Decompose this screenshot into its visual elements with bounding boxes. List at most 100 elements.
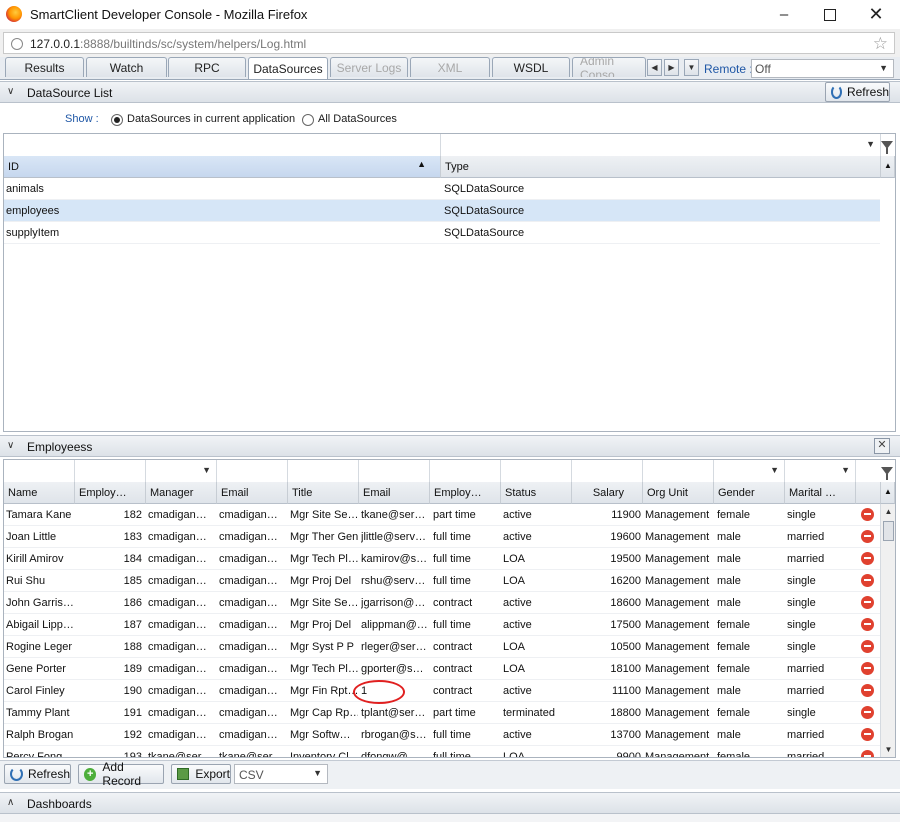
employee-gender-cell: male: [717, 729, 741, 741]
column-header-salary[interactable]: Salary: [572, 482, 643, 504]
filter-title-input[interactable]: [288, 460, 359, 482]
filter-email2-input[interactable]: [359, 460, 430, 482]
column-header-marital[interactable]: Marital …: [785, 482, 856, 504]
remove-record-icon[interactable]: [861, 750, 874, 757]
datasource-list-header[interactable]: ∨ DataSource List: [0, 81, 900, 103]
filter-employeeid-input[interactable]: [75, 460, 146, 482]
employee-row[interactable]: Rui Shu 185 cmadigan… cmadigan… Mgr Proj Del…: [4, 570, 880, 592]
filter-id-input[interactable]: [4, 134, 441, 156]
remove-record-icon[interactable]: [861, 508, 874, 521]
employee-row[interactable]: Tamara Kane 182 cmadigan… cmadigan… Mgr Site…: [4, 504, 880, 526]
tab-wsdl[interactable]: WSDL: [492, 57, 570, 77]
employees-scrollbar[interactable]: ▲ ▼: [880, 504, 895, 757]
employee-employee-id-cell: 187: [123, 619, 142, 631]
filter-marital-select[interactable]: ▼: [785, 460, 856, 482]
radio-current-application[interactable]: [111, 114, 123, 126]
tab-scroll-right-icon[interactable]: ▶: [664, 59, 679, 76]
datasource-row[interactable]: supplyItem SQLDataSource: [4, 222, 880, 244]
filter-type-select[interactable]: ▼: [441, 134, 881, 156]
filter-employment-input[interactable]: [430, 460, 501, 482]
export-button[interactable]: Export: [171, 764, 231, 784]
tab-xml[interactable]: XML: [410, 57, 490, 77]
column-header-email2[interactable]: Email: [359, 482, 430, 504]
refresh-button[interactable]: Refresh: [4, 764, 71, 784]
column-header-email[interactable]: Email: [217, 482, 288, 504]
radio-all-datasources[interactable]: [302, 114, 314, 126]
employee-marital-status-cell: married: [787, 729, 825, 741]
remove-record-icon[interactable]: [861, 618, 874, 631]
column-header-gender[interactable]: Gender: [714, 482, 785, 504]
filter-funnel-icon[interactable]: [881, 467, 893, 480]
filter-name-input[interactable]: [4, 460, 75, 482]
tab-watch[interactable]: Watch: [86, 57, 167, 77]
add-record-button[interactable]: + Add Record: [78, 760, 164, 788]
datasource-row[interactable]: animals SQLDataSource: [4, 178, 880, 200]
column-header-employment[interactable]: Employ…: [430, 482, 501, 504]
header-menu-icon[interactable]: ▲: [881, 156, 895, 178]
employee-row[interactable]: Tammy Plant 191 cmadigan… cmadigan… Mgr Cap …: [4, 702, 880, 724]
filter-funnel-icon[interactable]: [881, 141, 893, 154]
remove-record-icon[interactable]: [861, 684, 874, 697]
column-header-title[interactable]: Title: [288, 482, 359, 504]
remote-select[interactable]: Off ▼: [751, 59, 894, 78]
employee-row[interactable]: Kirill Amirov 184 cmadigan… cmadigan… Mgr Te…: [4, 548, 880, 570]
header-menu-icon[interactable]: ▲: [881, 482, 895, 504]
tab-datasources[interactable]: DataSources: [248, 57, 328, 79]
employee-row[interactable]: Gene Porter 189 cmadigan… cmadigan… Mgr Tech…: [4, 658, 880, 680]
employee-manager-cell: cmadigan…: [148, 509, 207, 521]
close-panel-icon[interactable]: ✕: [874, 438, 890, 454]
url-field[interactable]: 127.0.0.1:8888/builtinds/sc/system/helpe…: [3, 32, 895, 54]
remove-record-icon[interactable]: [861, 596, 874, 609]
export-format-select[interactable]: CSV ▼: [234, 764, 328, 784]
column-header-manager[interactable]: Manager: [146, 482, 217, 504]
bookmark-star-icon[interactable]: ☆: [873, 34, 888, 54]
dashboards-section-header[interactable]: ∧ Dashboards: [0, 792, 900, 814]
tab-menu-icon[interactable]: ▼: [684, 59, 699, 76]
tab-scroll-left-icon[interactable]: ◀: [647, 59, 662, 76]
filter-email-input[interactable]: [217, 460, 288, 482]
employees-section-header[interactable]: ∨ Employeess: [0, 435, 900, 457]
column-header-name[interactable]: Name: [4, 482, 75, 504]
employee-row[interactable]: John Garris… 186 cmadigan… cmadigan… Mgr Sit…: [4, 592, 880, 614]
employee-email-cell: cmadigan…: [219, 729, 278, 741]
remove-record-icon[interactable]: [861, 662, 874, 675]
scroll-down-icon[interactable]: ▼: [881, 742, 895, 757]
remove-record-icon[interactable]: [861, 728, 874, 741]
filter-salary-input[interactable]: [572, 460, 643, 482]
close-window-icon[interactable]: ✕: [853, 0, 899, 29]
tab-admin-console[interactable]: Admin Conso: [572, 57, 646, 77]
filter-manager-select[interactable]: ▼: [146, 460, 217, 482]
employee-manager-cell: cmadigan…: [148, 663, 207, 675]
tab-results[interactable]: Results: [5, 57, 84, 77]
employee-row[interactable]: Abigail Lipp… 187 cmadigan… cmadigan… Mgr Pr…: [4, 614, 880, 636]
tab-rpc[interactable]: RPC: [168, 57, 246, 77]
employee-row[interactable]: Rogine Leger 188 cmadigan… cmadigan… Mgr Sys…: [4, 636, 880, 658]
tab-server-logs[interactable]: Server Logs: [330, 57, 408, 77]
column-header-status[interactable]: Status: [501, 482, 572, 504]
filter-orgunit-input[interactable]: [643, 460, 714, 482]
remove-record-icon[interactable]: [861, 706, 874, 719]
maximize-icon[interactable]: [807, 0, 853, 29]
scroll-up-icon[interactable]: ▲: [881, 504, 895, 519]
scrollbar-thumb[interactable]: [883, 521, 894, 541]
datasource-row[interactable]: employees SQLDataSource: [4, 200, 880, 222]
employee-row[interactable]: Carol Finley 190 cmadigan… cmadigan… Mgr Fin…: [4, 680, 880, 702]
remove-record-icon[interactable]: [861, 640, 874, 653]
employee-email2-cell: jlittle@serv…: [361, 531, 426, 543]
filter-gender-select[interactable]: ▼: [714, 460, 785, 482]
column-header-type[interactable]: Type: [441, 156, 881, 178]
remove-record-icon[interactable]: [861, 574, 874, 587]
column-header-employeeid[interactable]: Employ…: [75, 482, 146, 504]
remove-record-icon[interactable]: [861, 530, 874, 543]
employee-employment-cell: contract: [433, 663, 473, 675]
column-header-id[interactable]: ID ▲: [4, 156, 441, 178]
employee-row[interactable]: Joan Little 183 cmadigan… cmadigan… Mgr Ther…: [4, 526, 880, 548]
datasource-refresh-button[interactable]: Refresh: [825, 82, 890, 102]
column-header-remove: [856, 482, 881, 504]
employee-row[interactable]: Percy Fong 193 tkane@ser… tkane@ser… Invento…: [4, 746, 880, 757]
remove-record-icon[interactable]: [861, 552, 874, 565]
employee-row[interactable]: Ralph Brogan 192 cmadigan… cmadigan… Mgr Sof…: [4, 724, 880, 746]
filter-status-input[interactable]: [501, 460, 572, 482]
minimize-icon[interactable]: –: [761, 0, 807, 29]
column-header-orgunit[interactable]: Org Unit: [643, 482, 714, 504]
